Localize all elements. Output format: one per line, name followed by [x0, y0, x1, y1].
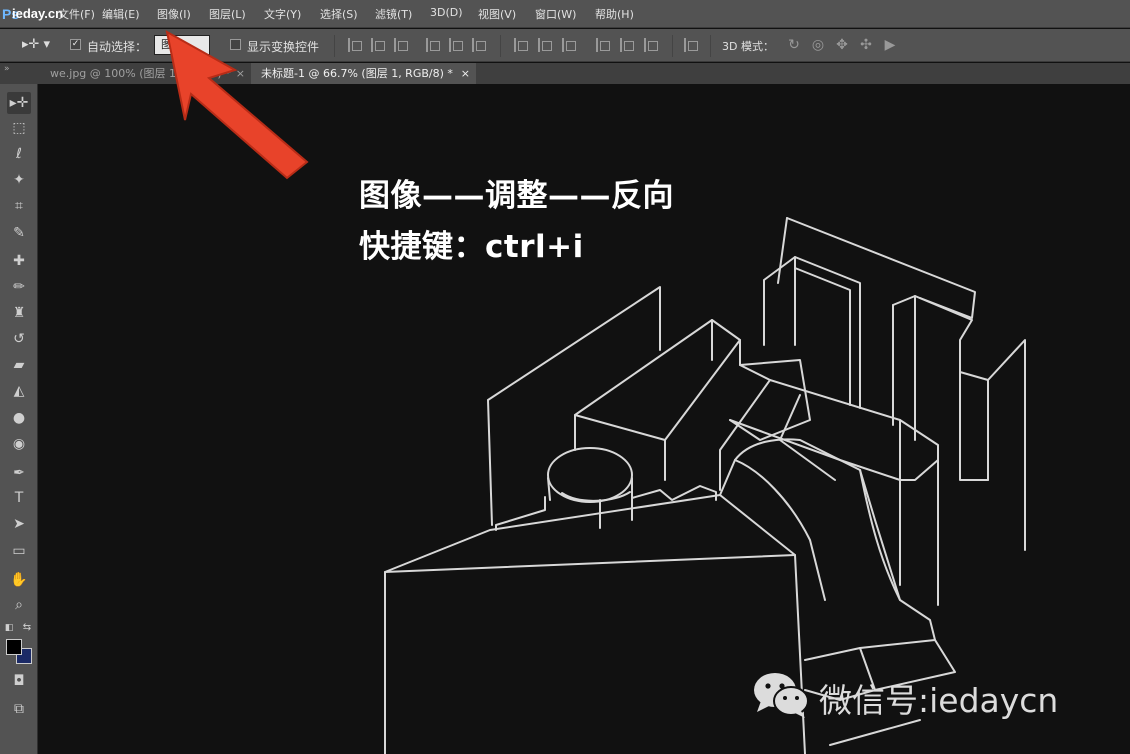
- 3d-roll-icon[interactable]: ◎: [810, 37, 826, 53]
- distribute-vcenter-icon[interactable]: [538, 38, 552, 52]
- caption-line-2: 快捷键：ctrl+i: [359, 229, 584, 265]
- hand-tool-icon[interactable]: ✋: [7, 569, 31, 591]
- menu-layer[interactable]: 图层(L): [209, 6, 246, 22]
- auto-align-layers-icon[interactable]: [684, 38, 698, 52]
- distribute-top-icon[interactable]: [514, 38, 528, 52]
- menu-help[interactable]: 帮助(H): [595, 6, 634, 22]
- clone-stamp-tool-icon[interactable]: ♜: [7, 302, 31, 324]
- healing-brush-tool-icon[interactable]: ✚: [7, 250, 31, 272]
- 3d-drag-icon[interactable]: ✥: [834, 37, 850, 53]
- move-tool-preset-icon[interactable]: ▸✛ ▾: [22, 37, 50, 52]
- eraser-tool-icon[interactable]: ▰: [7, 354, 31, 376]
- zoom-tool-icon[interactable]: ⌕: [7, 594, 31, 616]
- document-canvas[interactable]: 图像——调整——反向 快捷键：ctrl+i 微信号:iedaycn: [39, 30, 1130, 754]
- site-logo-text: ieday.cn: [12, 6, 64, 21]
- move-tool-icon[interactable]: ▸✛: [7, 92, 31, 114]
- app-logo[interactable]: Ps ieday.cn: [2, 3, 66, 25]
- menu-edit[interactable]: 编辑(E): [102, 6, 140, 22]
- back-wall-top: [786, 217, 976, 319]
- 3d-slide-icon[interactable]: ✣: [858, 37, 874, 53]
- watermark: 微信号:iedaycn: [751, 668, 1111, 722]
- caption-line-1: 图像——调整——反向: [359, 178, 674, 214]
- pen-tool-icon[interactable]: ✒: [7, 462, 31, 484]
- distribute-bottom-icon[interactable]: [562, 38, 576, 52]
- 3d-rotate-icon[interactable]: ↻: [786, 37, 802, 53]
- rectangle-tool-icon[interactable]: ▭: [7, 540, 31, 562]
- crop-tool-icon[interactable]: ⌗: [7, 195, 31, 217]
- paint-bucket-tool-icon[interactable]: ◭: [7, 380, 31, 402]
- align-bottom-icon[interactable]: [394, 38, 408, 52]
- separator: [672, 35, 673, 57]
- menu-filter[interactable]: 滤镜(T): [375, 6, 412, 22]
- align-hcenter-icon[interactable]: [449, 38, 463, 52]
- menu-window[interactable]: 窗口(W): [535, 6, 576, 22]
- 3d-camera-icon[interactable]: ▶: [882, 37, 898, 53]
- align-top-icon[interactable]: [348, 38, 362, 52]
- auto-select-checkbox[interactable]: ✓: [70, 39, 81, 50]
- watermark-text: 微信号:iedaycn: [819, 681, 1059, 720]
- quick-mask-icon[interactable]: ◘: [7, 670, 31, 692]
- default-colors-icon[interactable]: ◧: [2, 617, 16, 639]
- path-selection-tool-icon[interactable]: ➤: [7, 513, 31, 535]
- align-left-icon[interactable]: [426, 38, 440, 52]
- separator: [710, 35, 711, 57]
- foreground-color-swatch[interactable]: [6, 639, 22, 655]
- dodge-tool-icon[interactable]: ◉: [7, 433, 31, 455]
- brush-tool-icon[interactable]: ✏: [7, 276, 31, 298]
- menu-bar: Ps ieday.cn 文件(F) 编辑(E) 图像(I) 图层(L) 文字(Y…: [0, 0, 1130, 28]
- menu-image[interactable]: 图像(I): [157, 6, 191, 22]
- wechat-icon: [754, 673, 809, 718]
- history-brush-tool-icon[interactable]: ↺: [7, 328, 31, 350]
- screen-mode-icon[interactable]: ⧉: [7, 698, 31, 720]
- menu-file[interactable]: 文件(F): [58, 6, 95, 22]
- menu-type[interactable]: 文字(Y): [264, 6, 301, 22]
- tools-panel: ▸✛ ⬚ ℓ ✦ ⌗ ✎ ✚ ✏ ♜ ↺ ▰ ◭ ● ◉ ✒ T ➤ ▭ ✋ ⌕…: [0, 84, 38, 754]
- panel-collapse-strip[interactable]: »: [0, 63, 38, 84]
- eyedropper-tool-icon[interactable]: ✎: [7, 222, 31, 244]
- marquee-tool-icon[interactable]: ⬚: [7, 117, 31, 139]
- pointer-arrow-icon: [165, 30, 309, 180]
- separator: [500, 35, 501, 57]
- align-vcenter-icon[interactable]: [371, 38, 385, 52]
- distribute-right-icon[interactable]: [644, 38, 658, 52]
- menu-3d[interactable]: 3D(D): [430, 6, 463, 19]
- distribute-hcenter-icon[interactable]: [620, 38, 634, 52]
- align-right-icon[interactable]: [472, 38, 486, 52]
- blur-tool-icon[interactable]: ●: [7, 407, 31, 429]
- menu-view[interactable]: 视图(V): [478, 6, 516, 22]
- mode-3d-label: 3D 模式：: [722, 40, 774, 53]
- close-icon[interactable]: ×: [461, 63, 470, 84]
- lasso-tool-icon[interactable]: ℓ: [7, 143, 31, 165]
- type-tool-icon[interactable]: T: [7, 487, 31, 509]
- distribute-left-icon[interactable]: [596, 38, 610, 52]
- swap-colors-icon[interactable]: ⇆: [20, 617, 34, 639]
- magic-wand-tool-icon[interactable]: ✦: [7, 169, 31, 191]
- menu-select[interactable]: 选择(S): [320, 6, 358, 22]
- auto-select-label: 自动选择：: [87, 40, 148, 54]
